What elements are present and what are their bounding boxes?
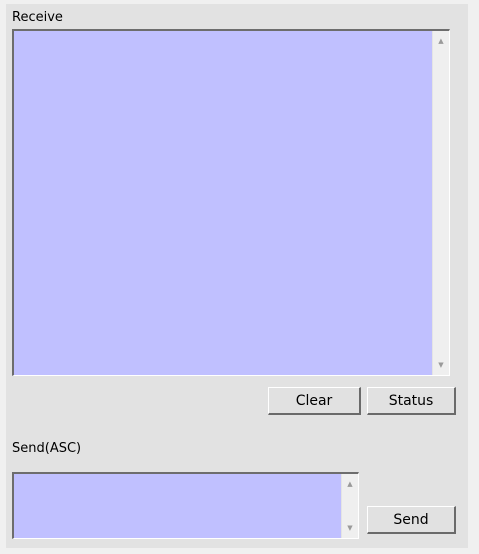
scroll-down-arrow-icon[interactable]: ▼	[433, 357, 449, 373]
serial-panel: Receive ▲ ▼ Clear Status Send(ASC) ▲ ▼ S…	[6, 4, 468, 548]
scroll-up-arrow-icon[interactable]: ▲	[433, 33, 449, 49]
scroll-down-arrow-icon[interactable]: ▼	[342, 520, 358, 536]
receive-label: Receive	[12, 10, 63, 25]
send-scrollbar[interactable]: ▲ ▼	[341, 474, 358, 538]
send-textarea[interactable]: ▲ ▼	[12, 472, 359, 539]
scroll-up-arrow-icon[interactable]: ▲	[342, 476, 358, 492]
status-button[interactable]: Status	[367, 387, 456, 415]
clear-button[interactable]: Clear	[268, 387, 361, 415]
receive-textarea[interactable]: ▲ ▼	[12, 29, 450, 376]
receive-scrollbar[interactable]: ▲ ▼	[432, 31, 449, 375]
send-button[interactable]: Send	[367, 506, 456, 534]
send-asc-label: Send(ASC)	[12, 441, 82, 456]
